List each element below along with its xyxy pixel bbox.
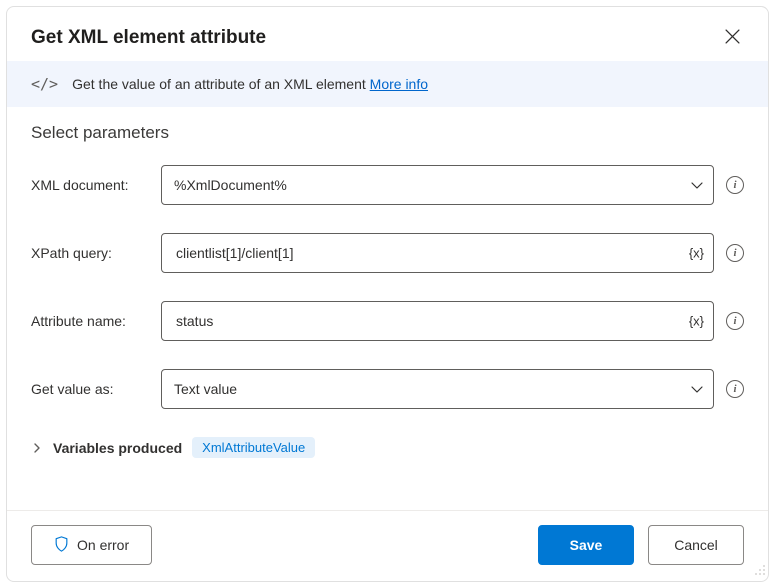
xpath-query-input[interactable] <box>174 244 677 262</box>
code-icon: </> <box>31 75 58 93</box>
dialog-body: Select parameters XML document: %XmlDocu… <box>7 107 768 510</box>
close-button[interactable] <box>721 25 744 51</box>
attribute-name-control: {x} <box>161 301 714 341</box>
chevron-right-icon[interactable] <box>31 442 43 454</box>
variable-picker-icon[interactable]: {x} <box>689 314 704 329</box>
dialog: Get XML element attribute </> Get the va… <box>6 6 769 582</box>
field-get-value-as: Get value as: Text value i <box>31 369 744 409</box>
xml-document-value: %XmlDocument% <box>174 177 287 193</box>
get-value-as-control: Text value <box>161 369 714 409</box>
cancel-label: Cancel <box>674 537 718 553</box>
cancel-button[interactable]: Cancel <box>648 525 744 565</box>
field-xml-document: XML document: %XmlDocument% i <box>31 165 744 205</box>
variables-produced-label: Variables produced <box>53 440 182 456</box>
attribute-name-input[interactable] <box>174 312 677 330</box>
variables-produced-row: Variables produced XmlAttributeValue <box>31 437 744 458</box>
section-heading: Select parameters <box>31 123 744 143</box>
variable-picker-icon[interactable]: {x} <box>689 246 704 261</box>
chevron-down-icon[interactable] <box>690 178 704 192</box>
attribute-name-label: Attribute name: <box>31 313 149 329</box>
info-banner: </> Get the value of an attribute of an … <box>7 61 768 107</box>
on-error-label: On error <box>77 537 129 553</box>
xml-document-label: XML document: <box>31 177 149 193</box>
field-xpath-query: XPath query: {x} i <box>31 233 744 273</box>
get-value-as-select[interactable]: Text value <box>161 369 714 409</box>
variable-badge[interactable]: XmlAttributeValue <box>192 437 315 458</box>
shield-icon <box>54 536 69 555</box>
on-error-button[interactable]: On error <box>31 525 152 565</box>
dialog-footer: On error Save Cancel <box>7 510 768 581</box>
save-button[interactable]: Save <box>538 525 634 565</box>
info-icon[interactable]: i <box>726 176 744 194</box>
close-icon <box>725 29 740 47</box>
more-info-link[interactable]: More info <box>370 76 428 92</box>
xpath-query-control: {x} <box>161 233 714 273</box>
banner-description: Get the value of an attribute of an XML … <box>72 76 366 92</box>
xpath-query-input-wrap <box>161 233 714 273</box>
get-value-as-value: Text value <box>174 381 237 397</box>
resize-grip-icon[interactable] <box>754 563 766 579</box>
get-value-as-label: Get value as: <box>31 381 149 397</box>
xml-document-select[interactable]: %XmlDocument% <box>161 165 714 205</box>
info-icon[interactable]: i <box>726 312 744 330</box>
field-attribute-name: Attribute name: {x} i <box>31 301 744 341</box>
save-label: Save <box>570 537 603 553</box>
info-icon[interactable]: i <box>726 244 744 262</box>
banner-text: Get the value of an attribute of an XML … <box>72 76 428 92</box>
footer-actions: Save Cancel <box>538 525 744 565</box>
info-icon[interactable]: i <box>726 380 744 398</box>
dialog-title: Get XML element attribute <box>31 27 266 49</box>
xml-document-control: %XmlDocument% <box>161 165 714 205</box>
chevron-down-icon[interactable] <box>690 382 704 396</box>
attribute-name-input-wrap <box>161 301 714 341</box>
xpath-query-label: XPath query: <box>31 245 149 261</box>
dialog-header: Get XML element attribute <box>7 7 768 61</box>
